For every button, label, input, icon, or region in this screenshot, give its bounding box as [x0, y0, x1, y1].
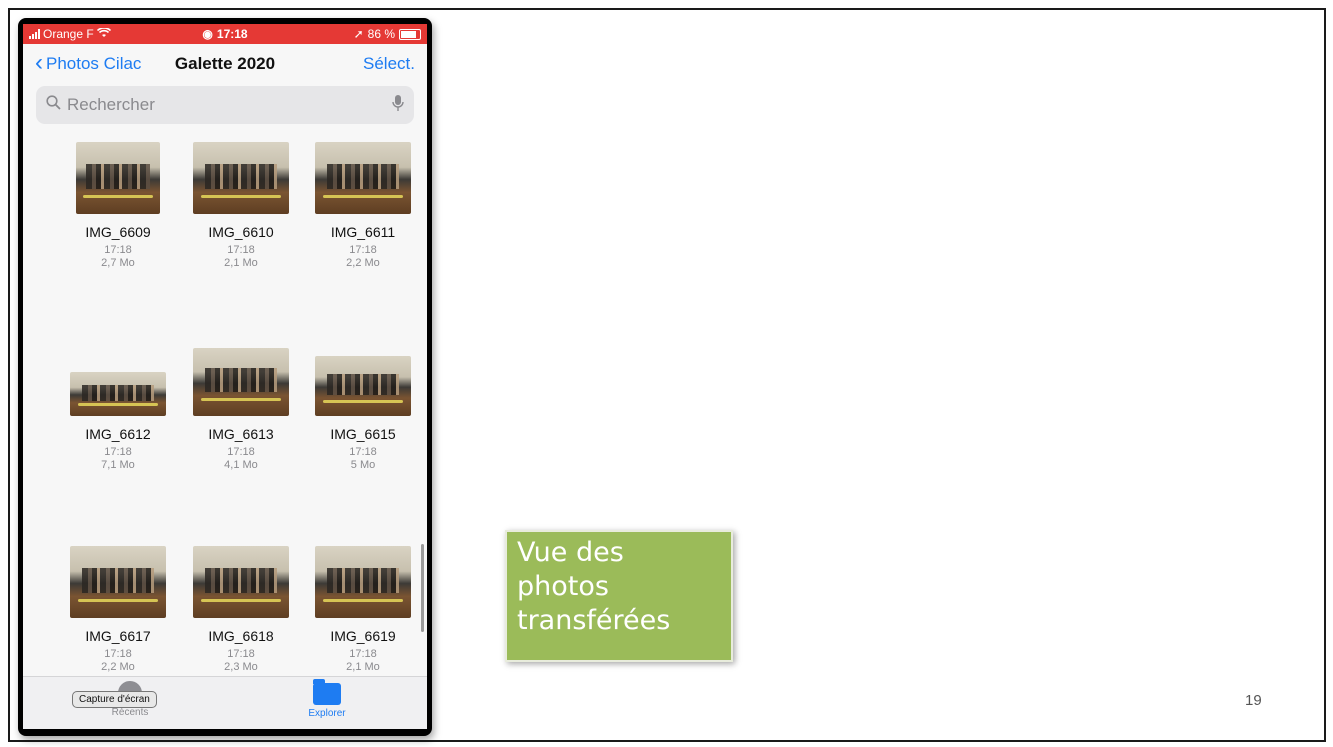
scrollbar[interactable]: [421, 544, 424, 632]
file-thumbnail[interactable]: [193, 348, 289, 416]
file-thumbnail[interactable]: [193, 142, 289, 214]
file-time: 17:18: [227, 244, 255, 256]
file-time: 17:18: [349, 648, 377, 660]
caption-box: Vue des photos transférées: [505, 530, 733, 662]
file-thumbnail[interactable]: [315, 356, 411, 416]
navigation-bar: ‹ Photos Cilac Galette 2020 Sélect.: [23, 44, 427, 84]
tab-recents-label: Récents: [111, 707, 149, 718]
wifi-icon: [96, 27, 111, 41]
chevron-left-icon: ‹: [35, 49, 43, 76]
file-size: 2,1 Mo: [346, 661, 380, 673]
page-title: Galette 2020: [174, 54, 276, 73]
page-number: 19: [1245, 692, 1262, 709]
file-size: 2,3 Mo: [224, 661, 258, 673]
status-bar: Orange F ◉ 17:18 ➚ 86 %: [23, 24, 427, 44]
file-time: 17:18: [349, 244, 377, 256]
caption-line: transférées: [517, 605, 671, 636]
signal-icon: [29, 29, 40, 39]
battery-percent: 86 %: [367, 27, 395, 41]
screenshot-tooltip: Capture d'écran: [72, 691, 157, 708]
search-placeholder: Rechercher: [67, 95, 155, 114]
recording-icon: ◉: [202, 27, 213, 41]
tab-explorer-label: Explorer: [308, 708, 346, 719]
back-button[interactable]: ‹ Photos Cilac: [35, 49, 142, 76]
file-thumbnail[interactable]: [70, 546, 166, 618]
file-time: 17:18: [227, 648, 255, 660]
file-name[interactable]: IMG_6615: [308, 426, 418, 442]
file-size: 2,7 Mo: [101, 257, 135, 269]
file-name[interactable]: IMG_6612: [63, 426, 173, 442]
phone-screenshot: Orange F ◉ 17:18 ➚ 86 % ‹ Photos Cilac G…: [18, 18, 432, 736]
search-icon: [46, 95, 61, 115]
caption-line: Vue des: [517, 537, 624, 568]
file-name[interactable]: IMG_6611: [308, 224, 418, 240]
file-size: 2,2 Mo: [346, 257, 380, 269]
folder-icon: [313, 679, 341, 705]
location-icon: ➚: [353, 27, 364, 41]
file-time: 17:18: [104, 648, 132, 660]
status-time: 17:18: [216, 27, 248, 41]
file-size: 5 Mo: [350, 459, 376, 471]
file-name[interactable]: IMG_6613: [186, 426, 296, 442]
ios-files-screen: Orange F ◉ 17:18 ➚ 86 % ‹ Photos Cilac G…: [23, 24, 427, 729]
tab-explorer[interactable]: Explorer: [272, 679, 382, 719]
file-time: 17:18: [349, 446, 377, 458]
select-button[interactable]: Sélect.: [363, 54, 415, 74]
back-button-label: Photos Cilac: [46, 54, 142, 73]
file-name[interactable]: IMG_6609: [63, 224, 173, 240]
carrier-label: Orange F: [43, 27, 94, 41]
file-thumbnail[interactable]: [70, 372, 166, 416]
file-size: 2,2 Mo: [101, 661, 135, 673]
file-thumbnail[interactable]: [315, 546, 411, 618]
file-time: 17:18: [104, 244, 132, 256]
file-time: 17:18: [104, 446, 132, 458]
file-name[interactable]: IMG_6618: [186, 628, 296, 644]
tab-bar: Récents Capture d'écran Explorer: [23, 676, 427, 729]
file-size: 4,1 Mo: [224, 459, 258, 471]
caption-line: photos: [517, 571, 609, 602]
file-thumbnail[interactable]: [193, 546, 289, 618]
file-size: 2,1 Mo: [224, 257, 258, 269]
file-name[interactable]: IMG_6619: [308, 628, 418, 644]
search-input[interactable]: Rechercher: [36, 86, 414, 124]
file-thumbnail[interactable]: [76, 142, 160, 214]
file-name[interactable]: IMG_6610: [186, 224, 296, 240]
file-time: 17:18: [227, 446, 255, 458]
file-thumbnail[interactable]: [315, 142, 411, 214]
battery-icon: [399, 28, 421, 40]
microphone-icon[interactable]: [392, 94, 404, 117]
file-name[interactable]: IMG_6617: [63, 628, 173, 644]
file-size: 7,1 Mo: [101, 459, 135, 471]
